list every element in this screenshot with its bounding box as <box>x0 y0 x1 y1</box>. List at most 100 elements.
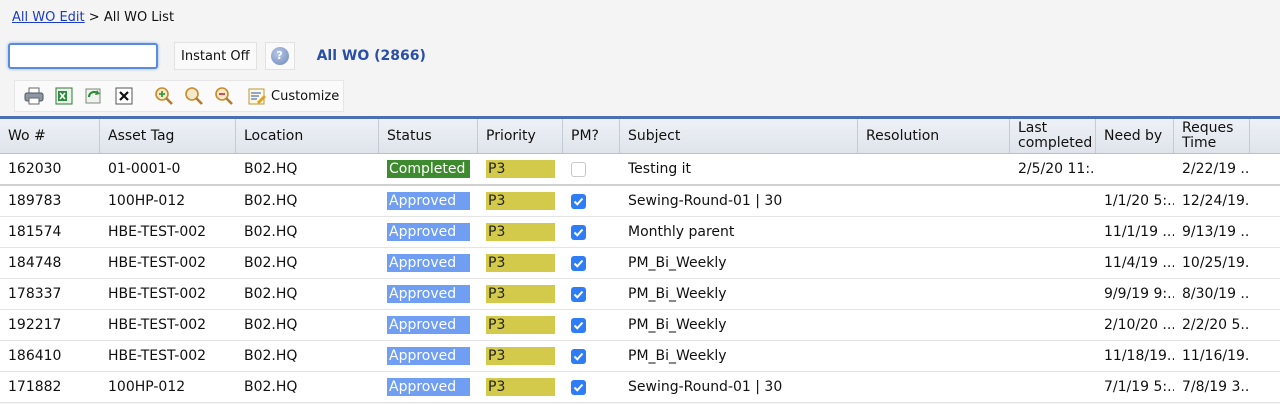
status-cell: Approved <box>379 372 478 402</box>
need-by-cell: 2/10/20 ... <box>1104 317 1174 333</box>
priority-badge: P3 <box>486 378 555 396</box>
need-by-cell <box>1096 154 1174 184</box>
column-header-pm[interactable]: PM? <box>563 119 620 153</box>
instant-toggle-button[interactable]: Instant Off <box>174 42 257 70</box>
pm-cell <box>563 310 620 340</box>
asset-tag-cell: HBE-TEST-002 <box>108 286 207 302</box>
refresh-icon[interactable] <box>83 85 105 107</box>
search-row: Instant Off ? All WO (2866) <box>8 42 426 70</box>
export-excel-icon[interactable] <box>53 85 75 107</box>
table-row[interactable]: 162030 01-0001-0 B02.HQ Completed P3 Testing … <box>0 154 1280 186</box>
pm-cell <box>563 248 620 278</box>
priority-cell: P3 <box>478 372 563 402</box>
pm-cell <box>563 372 620 402</box>
location-cell: B02.HQ <box>244 224 298 240</box>
table-row[interactable]: 186410 HBE-TEST-002 B02.HQ Approved P3 PM_Bi_… <box>0 341 1280 372</box>
pm-checkbox[interactable] <box>571 224 586 240</box>
column-header-wo[interactable]: Wo # <box>0 119 100 153</box>
asset-tag-cell: HBE-TEST-002 <box>108 224 207 240</box>
table-row[interactable]: 189783 100HP-012 B02.HQ Approved P3 Sewing-Ro… <box>0 186 1280 217</box>
pm-checkbox[interactable] <box>571 317 586 333</box>
wo-number-cell: 171882 <box>8 379 62 395</box>
need-by-cell: 11/18/19... <box>1104 348 1174 364</box>
pm-checkbox[interactable] <box>571 379 586 395</box>
need-by-cell: 11/1/19 ... <box>1104 224 1174 240</box>
request-time-cell: 10/25/19... <box>1182 255 1250 271</box>
wo-number-cell: 162030 <box>8 161 62 177</box>
location-cell: B02.HQ <box>244 286 298 302</box>
location-cell: B02.HQ <box>244 161 298 177</box>
column-header-request-time[interactable]: Reques Time <box>1174 119 1250 153</box>
priority-cell: P3 <box>478 186 563 216</box>
pm-cell <box>563 154 620 184</box>
priority-badge: P3 <box>486 285 555 303</box>
customize-button[interactable]: Customize <box>247 86 339 106</box>
table-row[interactable]: 184748 HBE-TEST-002 B02.HQ Approved P3 PM_Bi_… <box>0 248 1280 279</box>
last-completed-cell <box>1010 186 1096 216</box>
priority-badge: P3 <box>486 347 555 365</box>
resolution-cell <box>858 154 1010 184</box>
wo-count-label: All WO (2866) <box>316 48 426 64</box>
priority-cell: P3 <box>478 248 563 278</box>
breadcrumb: All WO Edit > All WO List <box>12 10 174 25</box>
asset-tag-cell: HBE-TEST-002 <box>108 348 207 364</box>
table-header: Wo # Asset Tag Location Status Priority … <box>0 116 1280 154</box>
priority-badge: P3 <box>486 223 555 241</box>
last-completed-cell <box>1010 341 1096 371</box>
subject-cell: PM_Bi_Weekly <box>628 255 727 271</box>
request-time-cell: 7/8/19 3... <box>1182 379 1250 395</box>
resolution-cell <box>858 279 1010 309</box>
status-cell: Completed <box>379 154 478 184</box>
table-row[interactable]: 178337 HBE-TEST-002 B02.HQ Approved P3 PM_Bi_… <box>0 279 1280 310</box>
pm-checkbox[interactable] <box>571 255 586 271</box>
priority-badge: P3 <box>486 316 555 334</box>
priority-badge: P3 <box>486 192 555 210</box>
request-time-cell: 2/22/19 ... <box>1182 161 1250 177</box>
column-header-need-by[interactable]: Need by <box>1096 119 1174 153</box>
subject-cell: Testing it <box>628 161 692 177</box>
pm-checkbox[interactable] <box>571 348 586 364</box>
last-completed-cell <box>1010 279 1096 309</box>
priority-cell: P3 <box>478 310 563 340</box>
subject-cell: Sewing-Round-01 | 30 <box>628 379 783 395</box>
table-row[interactable]: 171882 100HP-012 B02.HQ Approved P3 Sewing-Ro… <box>0 372 1280 403</box>
status-cell: Approved <box>379 279 478 309</box>
column-header-resolution[interactable]: Resolution <box>858 119 1010 153</box>
table-row[interactable]: 181574 HBE-TEST-002 B02.HQ Approved P3 Monthl… <box>0 217 1280 248</box>
status-badge: Approved <box>387 223 470 241</box>
status-badge: Approved <box>387 192 470 210</box>
zoom-out-icon[interactable] <box>213 85 235 107</box>
column-header-subject[interactable]: Subject <box>620 119 858 153</box>
column-header-status[interactable]: Status <box>379 119 478 153</box>
subject-cell: PM_Bi_Weekly <box>628 317 727 333</box>
zoom-in-icon[interactable] <box>153 85 175 107</box>
location-cell: B02.HQ <box>244 255 298 271</box>
print-icon[interactable] <box>23 85 45 107</box>
pm-checkbox[interactable] <box>571 161 586 177</box>
pm-checkbox[interactable] <box>571 193 586 209</box>
status-badge: Approved <box>387 254 470 272</box>
column-header-last-completed[interactable]: Last completed <box>1010 119 1096 153</box>
need-by-cell: 7/1/19 5:... <box>1104 379 1174 395</box>
need-by-cell: 11/4/19 ... <box>1104 255 1174 271</box>
location-cell: B02.HQ <box>244 379 298 395</box>
help-button[interactable]: ? <box>264 42 295 70</box>
zoom-icon[interactable] <box>183 85 205 107</box>
pm-cell <box>563 186 620 216</box>
customize-icon <box>248 88 266 105</box>
delete-icon[interactable] <box>113 85 135 107</box>
location-cell: B02.HQ <box>244 348 298 364</box>
pm-cell <box>563 217 620 247</box>
pm-cell <box>563 279 620 309</box>
pm-checkbox[interactable] <box>571 286 586 302</box>
breadcrumb-link-all-wo-edit[interactable]: All WO Edit <box>12 10 85 25</box>
wo-number-cell: 186410 <box>8 348 62 364</box>
column-header-asset-tag[interactable]: Asset Tag <box>100 119 236 153</box>
status-badge: Approved <box>387 378 470 396</box>
table-row[interactable]: 192217 HBE-TEST-002 B02.HQ Approved P3 PM_Bi_… <box>0 310 1280 341</box>
column-header-priority[interactable]: Priority <box>478 119 563 153</box>
need-by-cell: 1/1/20 5:... <box>1104 193 1174 209</box>
search-input[interactable] <box>8 43 158 69</box>
column-header-location[interactable]: Location <box>236 119 379 153</box>
customize-label: Customize <box>271 88 340 104</box>
